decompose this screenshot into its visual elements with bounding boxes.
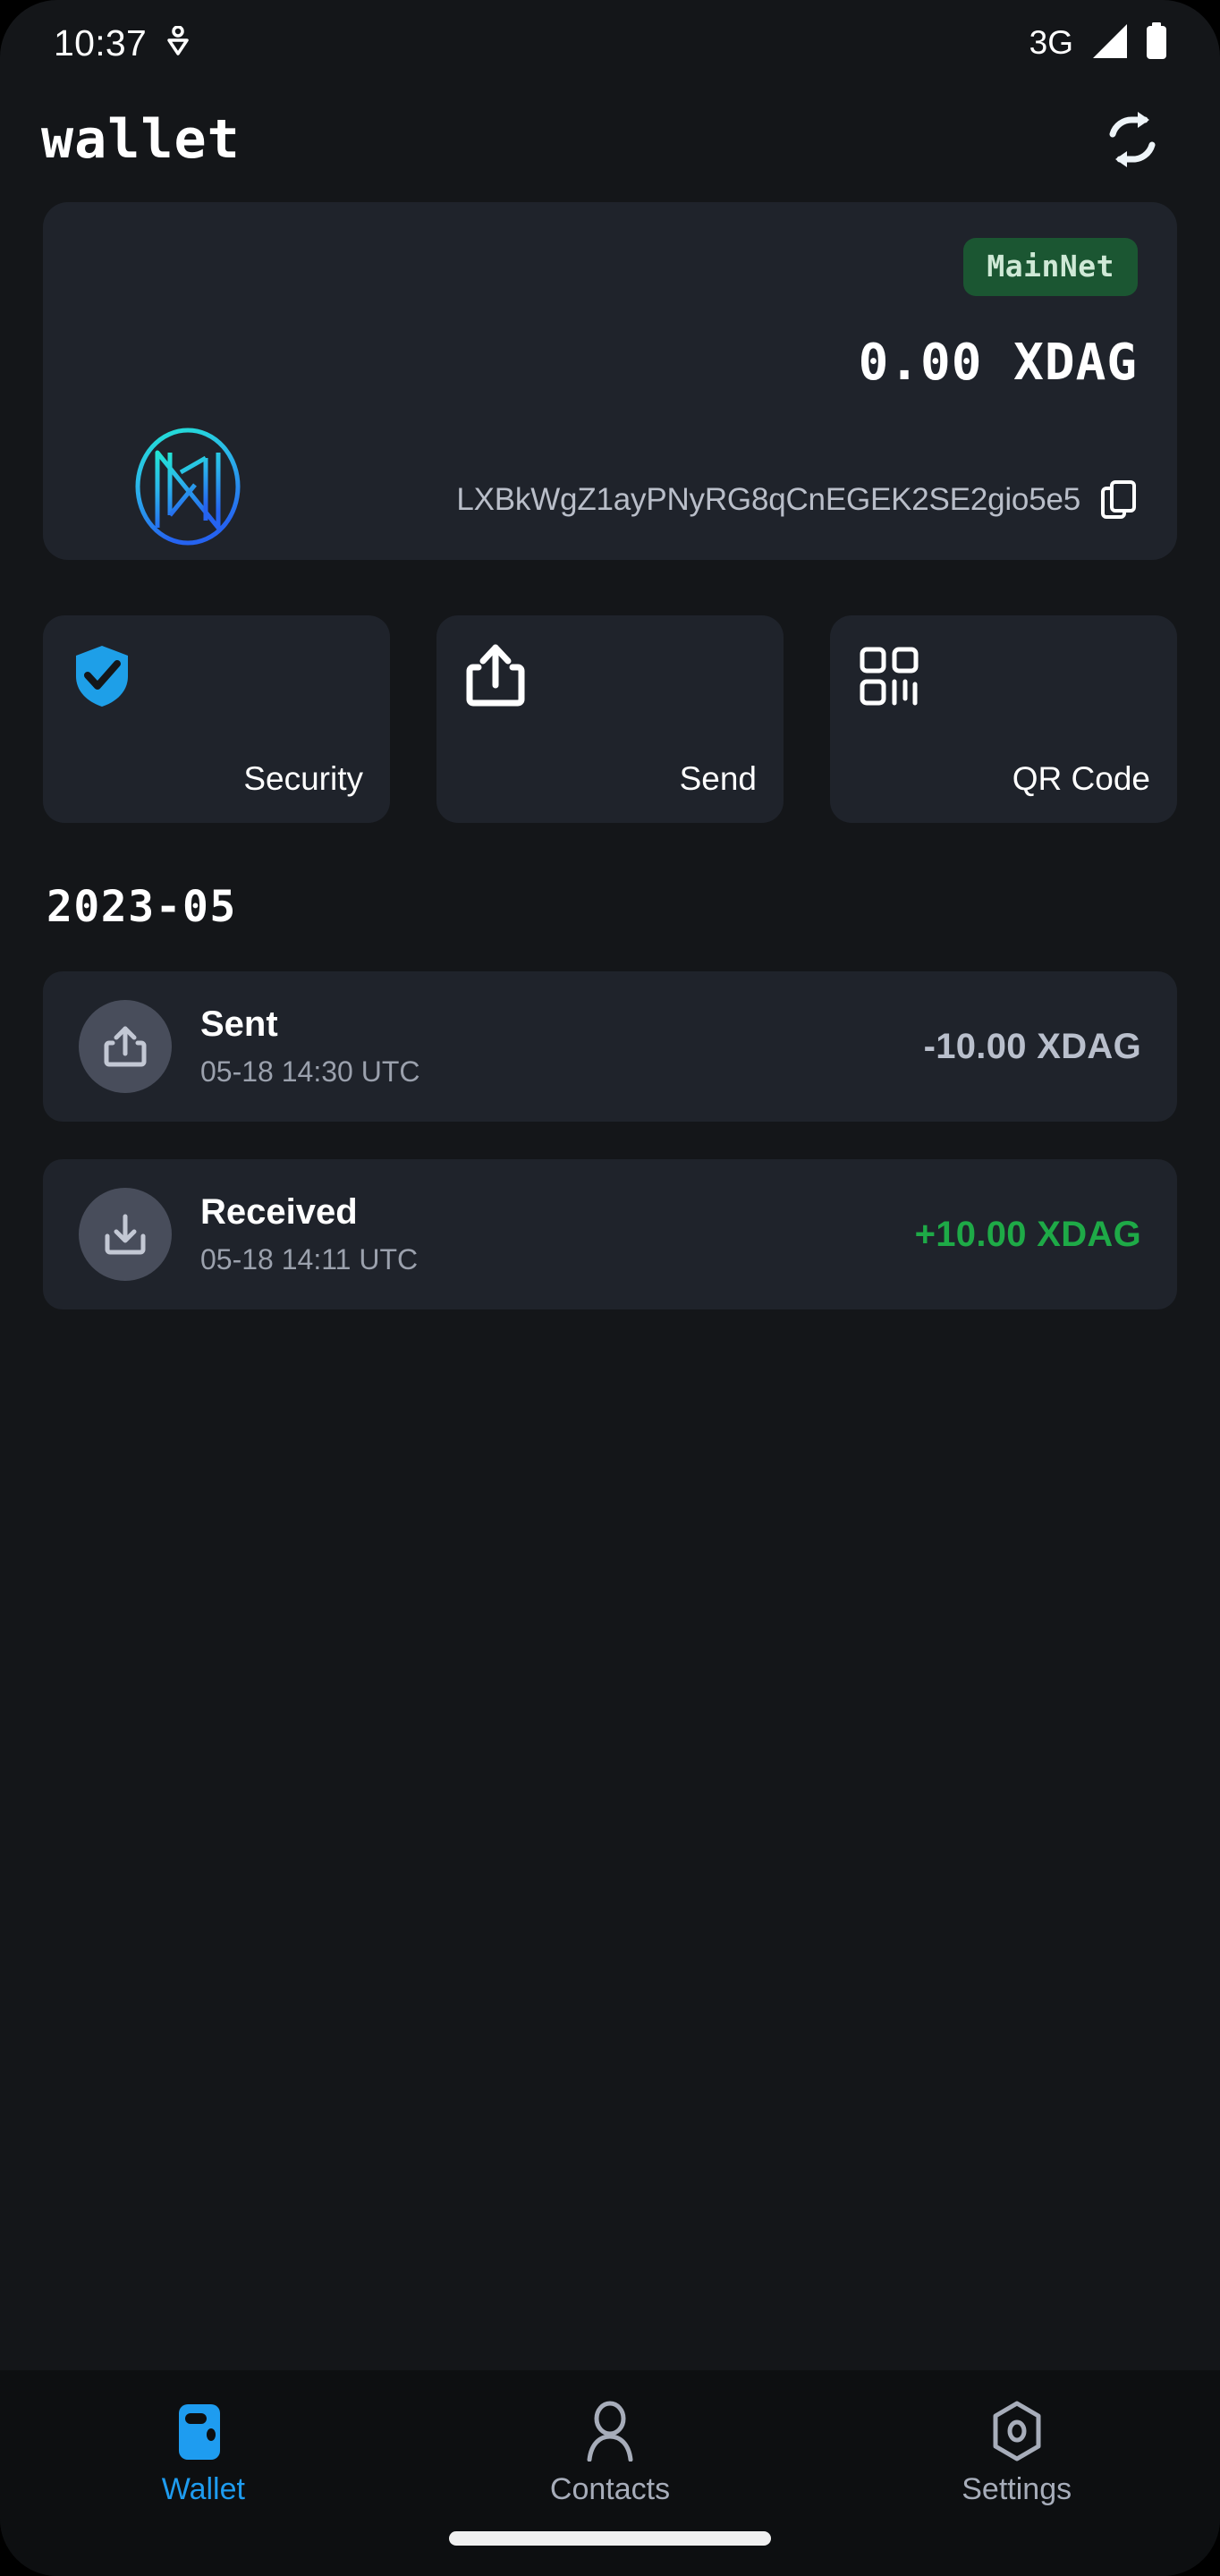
transaction-title: Received: [200, 1192, 358, 1232]
person-icon: [580, 2401, 640, 2462]
shield-check-icon: [70, 644, 134, 708]
transaction-time: 05-18 14:11 UTC: [200, 1243, 419, 1275]
balance-amount: 0.00 XDAG: [858, 334, 1138, 392]
status-badge[interactable]: MainNet: [963, 238, 1138, 296]
home-indicator[interactable]: [449, 2531, 771, 2546]
share-upload-icon: [463, 644, 528, 708]
table-row[interactable]: Received 05-18 14:11 UTC +10.00 XDAG: [43, 1159, 1177, 1309]
wallet-address: LXBkWgZ1ayPNyRG8qCnEGEK2SE2gio5e5: [456, 482, 1080, 517]
send-button[interactable]: Send: [436, 615, 784, 823]
security-button[interactable]: Security: [43, 615, 390, 823]
balance-card-right: MainNet 0.00 XDAG: [82, 238, 1138, 392]
wallet-icon: [173, 2401, 233, 2462]
network-type-label: 3G: [1029, 24, 1073, 61]
nav-item-settings[interactable]: Settings: [813, 2401, 1220, 2507]
page-title: wallet: [41, 108, 241, 171]
upload-arrow-icon: [79, 1000, 172, 1093]
transactions-list: Sent 05-18 14:30 UTC -10.00 XDAG Receive…: [43, 971, 1177, 1309]
send-label: Send: [679, 760, 757, 797]
transaction-amount: +10.00 XDAG: [914, 1214, 1141, 1254]
transaction-title: Sent: [200, 1004, 278, 1044]
status-clock: 10:37: [54, 21, 148, 64]
signal-bars-icon: [1089, 22, 1129, 64]
location-pin-icon: [166, 24, 190, 61]
transaction-time: 05-18 14:30 UTC: [200, 1055, 420, 1088]
transaction-details: Received 05-18 14:11 UTC: [200, 1192, 418, 1276]
bottom-navigation: Wallet Contacts Settings: [0, 2370, 1220, 2576]
wallet-address-row[interactable]: LXBkWgZ1ayPNyRG8qCnEGEK2SE2gio5e5: [456, 479, 1138, 521]
nav-label-wallet: Wallet: [161, 2472, 245, 2506]
transactions-month-heading: 2023-05: [47, 882, 237, 932]
status-bar-right: 3G: [1029, 21, 1168, 65]
copy-icon[interactable]: [1100, 479, 1138, 521]
nav-label-settings: Settings: [962, 2472, 1072, 2506]
nav-item-wallet[interactable]: Wallet: [0, 2401, 407, 2507]
qr-code-label: QR Code: [1012, 760, 1150, 797]
transaction-details: Sent 05-18 14:30 UTC: [200, 1004, 419, 1089]
nav-label-contacts: Contacts: [549, 2472, 671, 2506]
xdag-logo-icon: [131, 426, 245, 547]
qr-code-icon: [857, 644, 921, 708]
status-bar: 10:37 3G: [0, 0, 1220, 86]
quick-actions-row: Security Send QR Code: [43, 615, 1177, 823]
security-label: Security: [243, 760, 363, 797]
app-header: wallet: [0, 86, 1220, 193]
battery-full-icon: [1145, 21, 1168, 65]
refresh-sync-icon[interactable]: [1095, 102, 1170, 177]
phone-screen: 10:37 3G wallet MainNet 0.00 XDAG LXBkWg…: [0, 0, 1220, 2576]
transaction-amount: -10.00 XDAG: [923, 1026, 1141, 1066]
status-bar-left: 10:37: [54, 22, 190, 64]
table-row[interactable]: Sent 05-18 14:30 UTC -10.00 XDAG: [43, 971, 1177, 1122]
balance-card[interactable]: MainNet 0.00 XDAG LXBkWgZ1ayPNyRG8qCnEGE…: [43, 202, 1177, 560]
nav-item-contacts[interactable]: Contacts: [407, 2401, 814, 2507]
gear-hexagon-icon: [987, 2401, 1047, 2462]
qr-code-button[interactable]: QR Code: [830, 615, 1177, 823]
download-arrow-icon: [79, 1188, 172, 1281]
